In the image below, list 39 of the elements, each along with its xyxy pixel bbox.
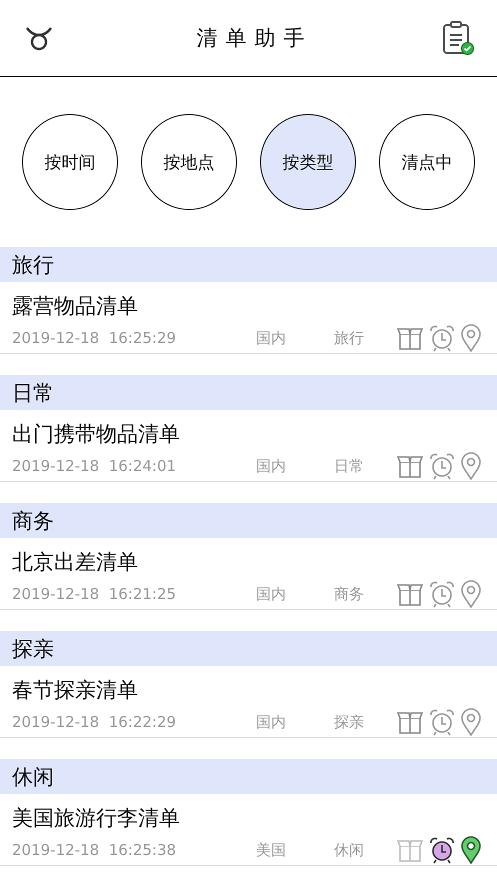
filter-tab[interactable]: 按类型	[260, 114, 356, 210]
alarm-clock-icon[interactable]	[428, 836, 456, 864]
section-title: 休闲	[12, 764, 54, 790]
created-date: 2019-12-18 16:25:38	[12, 841, 178, 859]
checklist-name: 出门携带物品清单	[12, 421, 180, 448]
checklist-item[interactable]: 春节探亲清单 2019-12-18 16:22:29 国内 探亲	[0, 666, 497, 738]
filter-tab[interactable]: 按时间	[22, 114, 118, 210]
place-label: 国内	[256, 712, 287, 732]
category-label: 休闲	[334, 840, 365, 860]
place-label: 国内	[256, 328, 287, 348]
checklist-name: 露营物品清单	[12, 293, 138, 320]
category-label: 旅行	[334, 328, 365, 348]
clipboard-icon[interactable]	[441, 20, 475, 56]
checklist-item[interactable]: 北京出差清单 2019-12-18 16:21:25 国内 商务	[0, 538, 497, 610]
checklist-name: 美国旅游行李清单	[12, 805, 180, 832]
app-title: 清单助手	[196, 25, 312, 52]
filter-tab[interactable]: 清点中	[379, 114, 475, 210]
created-date: 2019-12-18 16:22:29	[12, 713, 178, 731]
section-title: 旅行	[12, 252, 54, 278]
section-title: 日常	[12, 380, 54, 406]
filter-tab[interactable]: 按地点	[141, 114, 237, 210]
checklist-item[interactable]: 出门携带物品清单 2019-12-18 16:24:01 国内 日常	[0, 410, 497, 482]
place-label: 国内	[256, 584, 287, 604]
category-label: 探亲	[334, 712, 365, 732]
created-date: 2019-12-18 16:21:25	[12, 585, 178, 603]
place-label: 美国	[256, 840, 287, 860]
created-date: 2019-12-18 16:25:29	[12, 329, 178, 347]
checklist-item[interactable]: 美国旅游行李清单 2019-12-18 16:25:38 美国 休闲	[0, 794, 497, 866]
checklist-name: 春节探亲清单	[12, 677, 138, 704]
checklist-name: 北京出差清单	[12, 549, 138, 576]
location-pin-icon[interactable]	[460, 836, 482, 864]
section-title: 商务	[12, 508, 54, 534]
category-label: 日常	[334, 456, 365, 476]
section-title: 探亲	[12, 636, 54, 662]
created-date: 2019-12-18 16:24:01	[12, 457, 178, 475]
place-label: 国内	[256, 456, 287, 476]
taurus-icon[interactable]	[24, 25, 54, 51]
checklist-item[interactable]: 露营物品清单 2019-12-18 16:25:29 国内 旅行	[0, 282, 497, 354]
category-label: 商务	[334, 584, 365, 604]
